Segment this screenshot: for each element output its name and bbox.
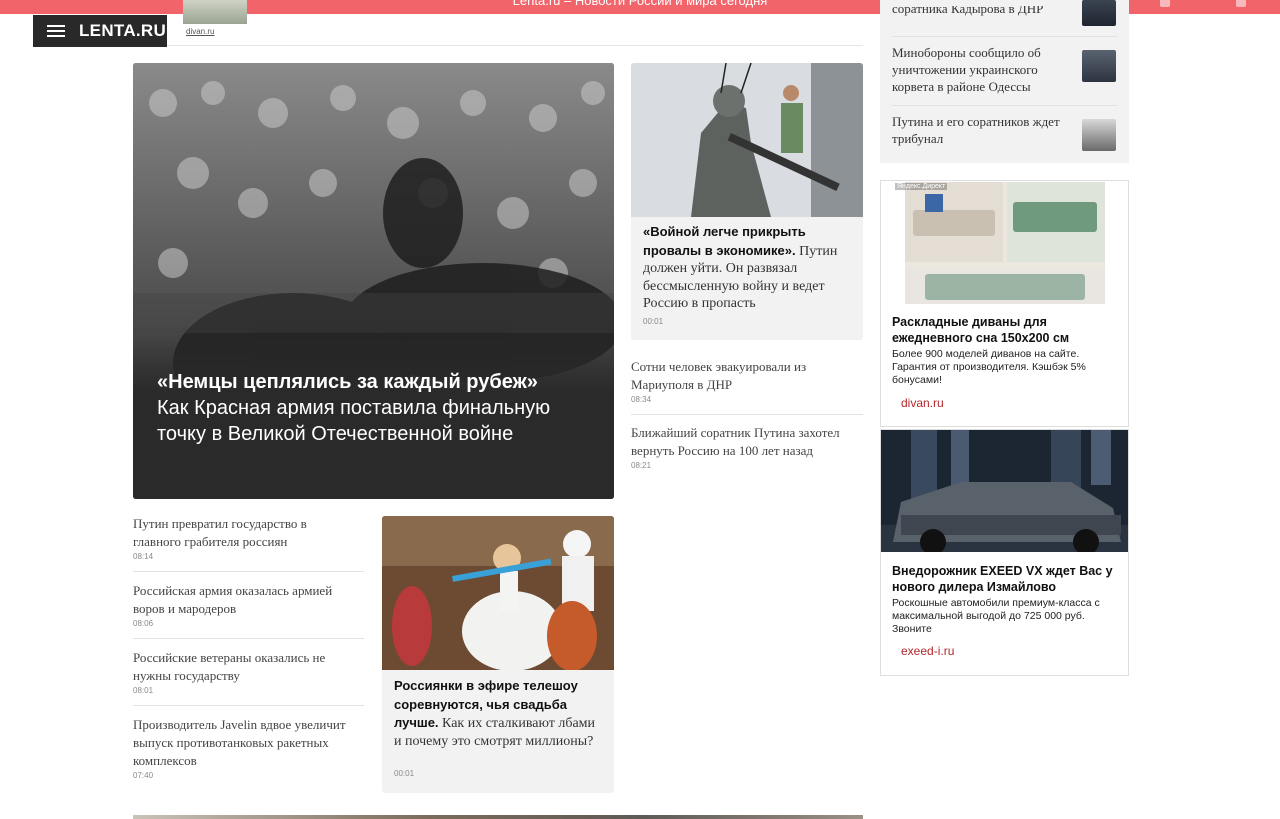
sidebar-item-thumb[interactable] [1082,0,1116,26]
ad-source-link[interactable]: divan.ru [186,27,214,36]
news-card-war[interactable]: «Войной легче прикрыть провалы в экономи… [631,63,863,340]
news-card-war-text[interactable]: «Войной легче прикрыть провалы в экономи… [643,223,855,313]
statue-photo [631,63,863,217]
left-news-list: Путин превратил государство в главного г… [133,515,364,780]
sidebar-item-thumb[interactable] [1082,50,1116,82]
sidebar-news: соратника Кадырова в ДНР Минобороны сооб… [880,0,1129,163]
feature-headline-rest[interactable]: Как Красная армия поставила финальную то… [157,397,550,445]
list-item[interactable]: Российские ветераны оказались не нужны г… [133,649,364,695]
list-item-time: 07:40 [133,771,154,780]
list-item-time: 08:21 [631,461,652,470]
list-item-time: 08:14 [133,552,154,561]
feature-headline[interactable]: «Немцы цеплялись за каждый рубеж» Как Кр… [157,369,597,447]
list-item-time: 08:34 [631,395,652,404]
divider [133,571,364,572]
list-item-title[interactable]: Российская армия оказалась армией воров … [133,582,364,618]
feature-headline-bold[interactable]: «Немцы цеплялись за каждый рубеж» [157,371,538,393]
site-logo-bar[interactable]: LENTA.RU [33,15,167,47]
logo-text[interactable]: LENTA.RU [79,21,166,41]
list-item-time: 08:06 [133,619,154,628]
ad-title[interactable]: Раскладные диваны для ежедневного сна 15… [892,314,1112,346]
ad-car-image[interactable] [881,430,1128,552]
news-card-wedding-time: 00:01 [394,769,415,778]
list-item[interactable]: Ближайший соратник Путина захотел вернут… [631,424,863,470]
bottom-image-strip [133,815,863,819]
wedding-photo [382,516,614,670]
list-item-title[interactable]: Сотни человек эвакуировали из Мариуполя … [631,358,841,394]
ad-block-car[interactable]: Внедорожник EXEED VX ждет Вас у нового д… [880,429,1129,676]
list-item-title[interactable]: Ближайший соратник Путина захотел вернут… [631,424,853,460]
extension-icon[interactable] [1160,0,1170,7]
ad-block-sofa[interactable]: Яндекс.Директ Раскладные диваны для ежед… [880,180,1129,427]
list-item-title[interactable]: Производитель Javelin вдвое увеличит вып… [133,716,361,770]
sidebar-item[interactable]: Путина и его соратников ждет трибунал [892,113,1062,147]
sidebar-item[interactable]: Минобороны сообщило об уничтожении украи… [892,44,1062,95]
ad-domain-link[interactable]: divan.ru [901,396,944,410]
sidebar-item-title[interactable]: Минобороны сообщило об уничтожении украи… [892,44,1062,95]
list-item[interactable]: Производитель Javelin вдвое увеличит вып… [133,716,364,780]
divider [631,414,863,415]
list-item[interactable]: Сотни человек эвакуировали из Мариуполя … [631,358,863,404]
sidebar-item-thumb[interactable] [1082,119,1116,151]
ad-thumbnail[interactable] [183,0,247,24]
ad-sofa-image[interactable] [905,182,1105,304]
list-item-time: 08:01 [133,686,154,695]
list-item-title[interactable]: Российские ветераны оказались не нужны г… [133,649,358,685]
news-card-war-time: 00:01 [643,317,664,326]
divider [133,705,364,706]
sidebar-item-title[interactable]: Путина и его соратников ждет трибунал [892,113,1062,147]
profile-icon[interactable] [1236,0,1246,7]
ad-description: Роскошные автомобили премиум-класса с ма… [892,597,1100,635]
right-news-list: Сотни человек эвакуировали из Мариуполя … [631,358,863,470]
list-item-title[interactable]: Путин превратил государство в главного г… [133,515,348,551]
sidebar-item[interactable]: соратника Кадырова в ДНР [892,6,1062,17]
ad-domain-link[interactable]: exeed-i.ru [901,644,954,658]
ad-title[interactable]: Внедорожник EXEED VX ждет Вас у нового д… [892,563,1122,595]
top-ad-fragment: divan.ru [133,0,863,46]
list-item[interactable]: Путин превратил государство в главного г… [133,515,364,561]
list-item[interactable]: Российская армия оказалась армией воров … [133,582,364,628]
divider [133,638,364,639]
news-card-war-bold[interactable]: «Войной легче прикрыть провалы в экономи… [643,224,806,258]
sidebar-item-title[interactable]: соратника Кадырова в ДНР [892,6,1062,17]
feature-story[interactable]: «Немцы цеплялись за каждый рубеж» Как Кр… [133,63,614,499]
divider [892,36,1117,37]
news-card-wedding[interactable]: Россиянки в эфире телешоу соревнуются, ч… [382,516,614,793]
menu-icon[interactable] [47,25,65,37]
news-card-wedding-text[interactable]: Россиянки в эфире телешоу соревнуются, ч… [394,677,606,750]
ad-description: Более 900 моделей диванов на сайте. Гара… [892,348,1086,386]
ad-label: Яндекс.Директ [895,183,948,190]
divider [892,105,1117,106]
